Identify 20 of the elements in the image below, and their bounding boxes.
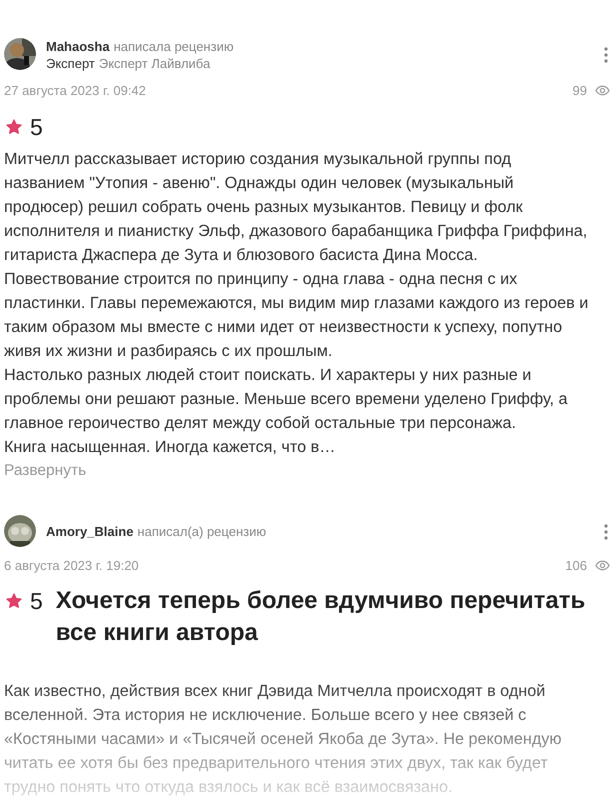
view-count: 99: [572, 82, 587, 100]
review-date: 6 августа 2023 г. 19:20: [4, 556, 139, 575]
author-name[interactable]: Mahaosha: [46, 38, 110, 55]
rating-value: 5: [30, 112, 43, 142]
view-count: 106: [565, 556, 587, 574]
star-icon: [5, 118, 23, 136]
more-icon[interactable]: [604, 47, 608, 63]
eye-icon: [595, 560, 610, 571]
eye-icon: [595, 85, 610, 96]
action-text: написал(а) рецензию: [137, 522, 266, 540]
star-icon: [5, 592, 23, 610]
expert-label: Эксперт: [46, 55, 95, 72]
author-name[interactable]: Amory_Blaine: [46, 522, 134, 540]
review-title[interactable]: Хочется теперь более вдумчиво перечитать все книги автора: [56, 585, 611, 649]
rating-value: 5: [30, 587, 43, 616]
action-text: написала рецензию: [114, 38, 234, 55]
review-text: Митчелл рассказывает историю создания музыкальной группы под названием "Утопия - авеню". Однажды один человек (музыкальный продюсер) решил собрать очень разных музыкантов. Певицу и фолк исполнителя и пианистку Эльф, джазового барабанщика Гриффа Гриффина, гитариста Джаспера де Зута и блюзового басиста Дина Мосса. Повествование строится по принципу - одна глава - одна песня с их пластинки. Главы перемежаются, мы видим мир глазами каждого из героев и таким образом мы вместе с ними идет от неизвестности к успеху, попутно живя их жизни и разбираясь с их прошлым. Настолько разных людей стоит поискать. И характеры у них разные и проблемы они решают разные. Меньше всего времени уделено Гриффу, а главное героичество делят между собой остальные три персонажа. Книга насыщенная. Иногда кажется, что в…: [3, 148, 590, 458]
more-icon[interactable]: [604, 524, 608, 540]
review-date: 27 августа 2023 г. 09:42: [4, 82, 146, 100]
expert-note: Эксперт Лайвлиба: [98, 55, 210, 72]
